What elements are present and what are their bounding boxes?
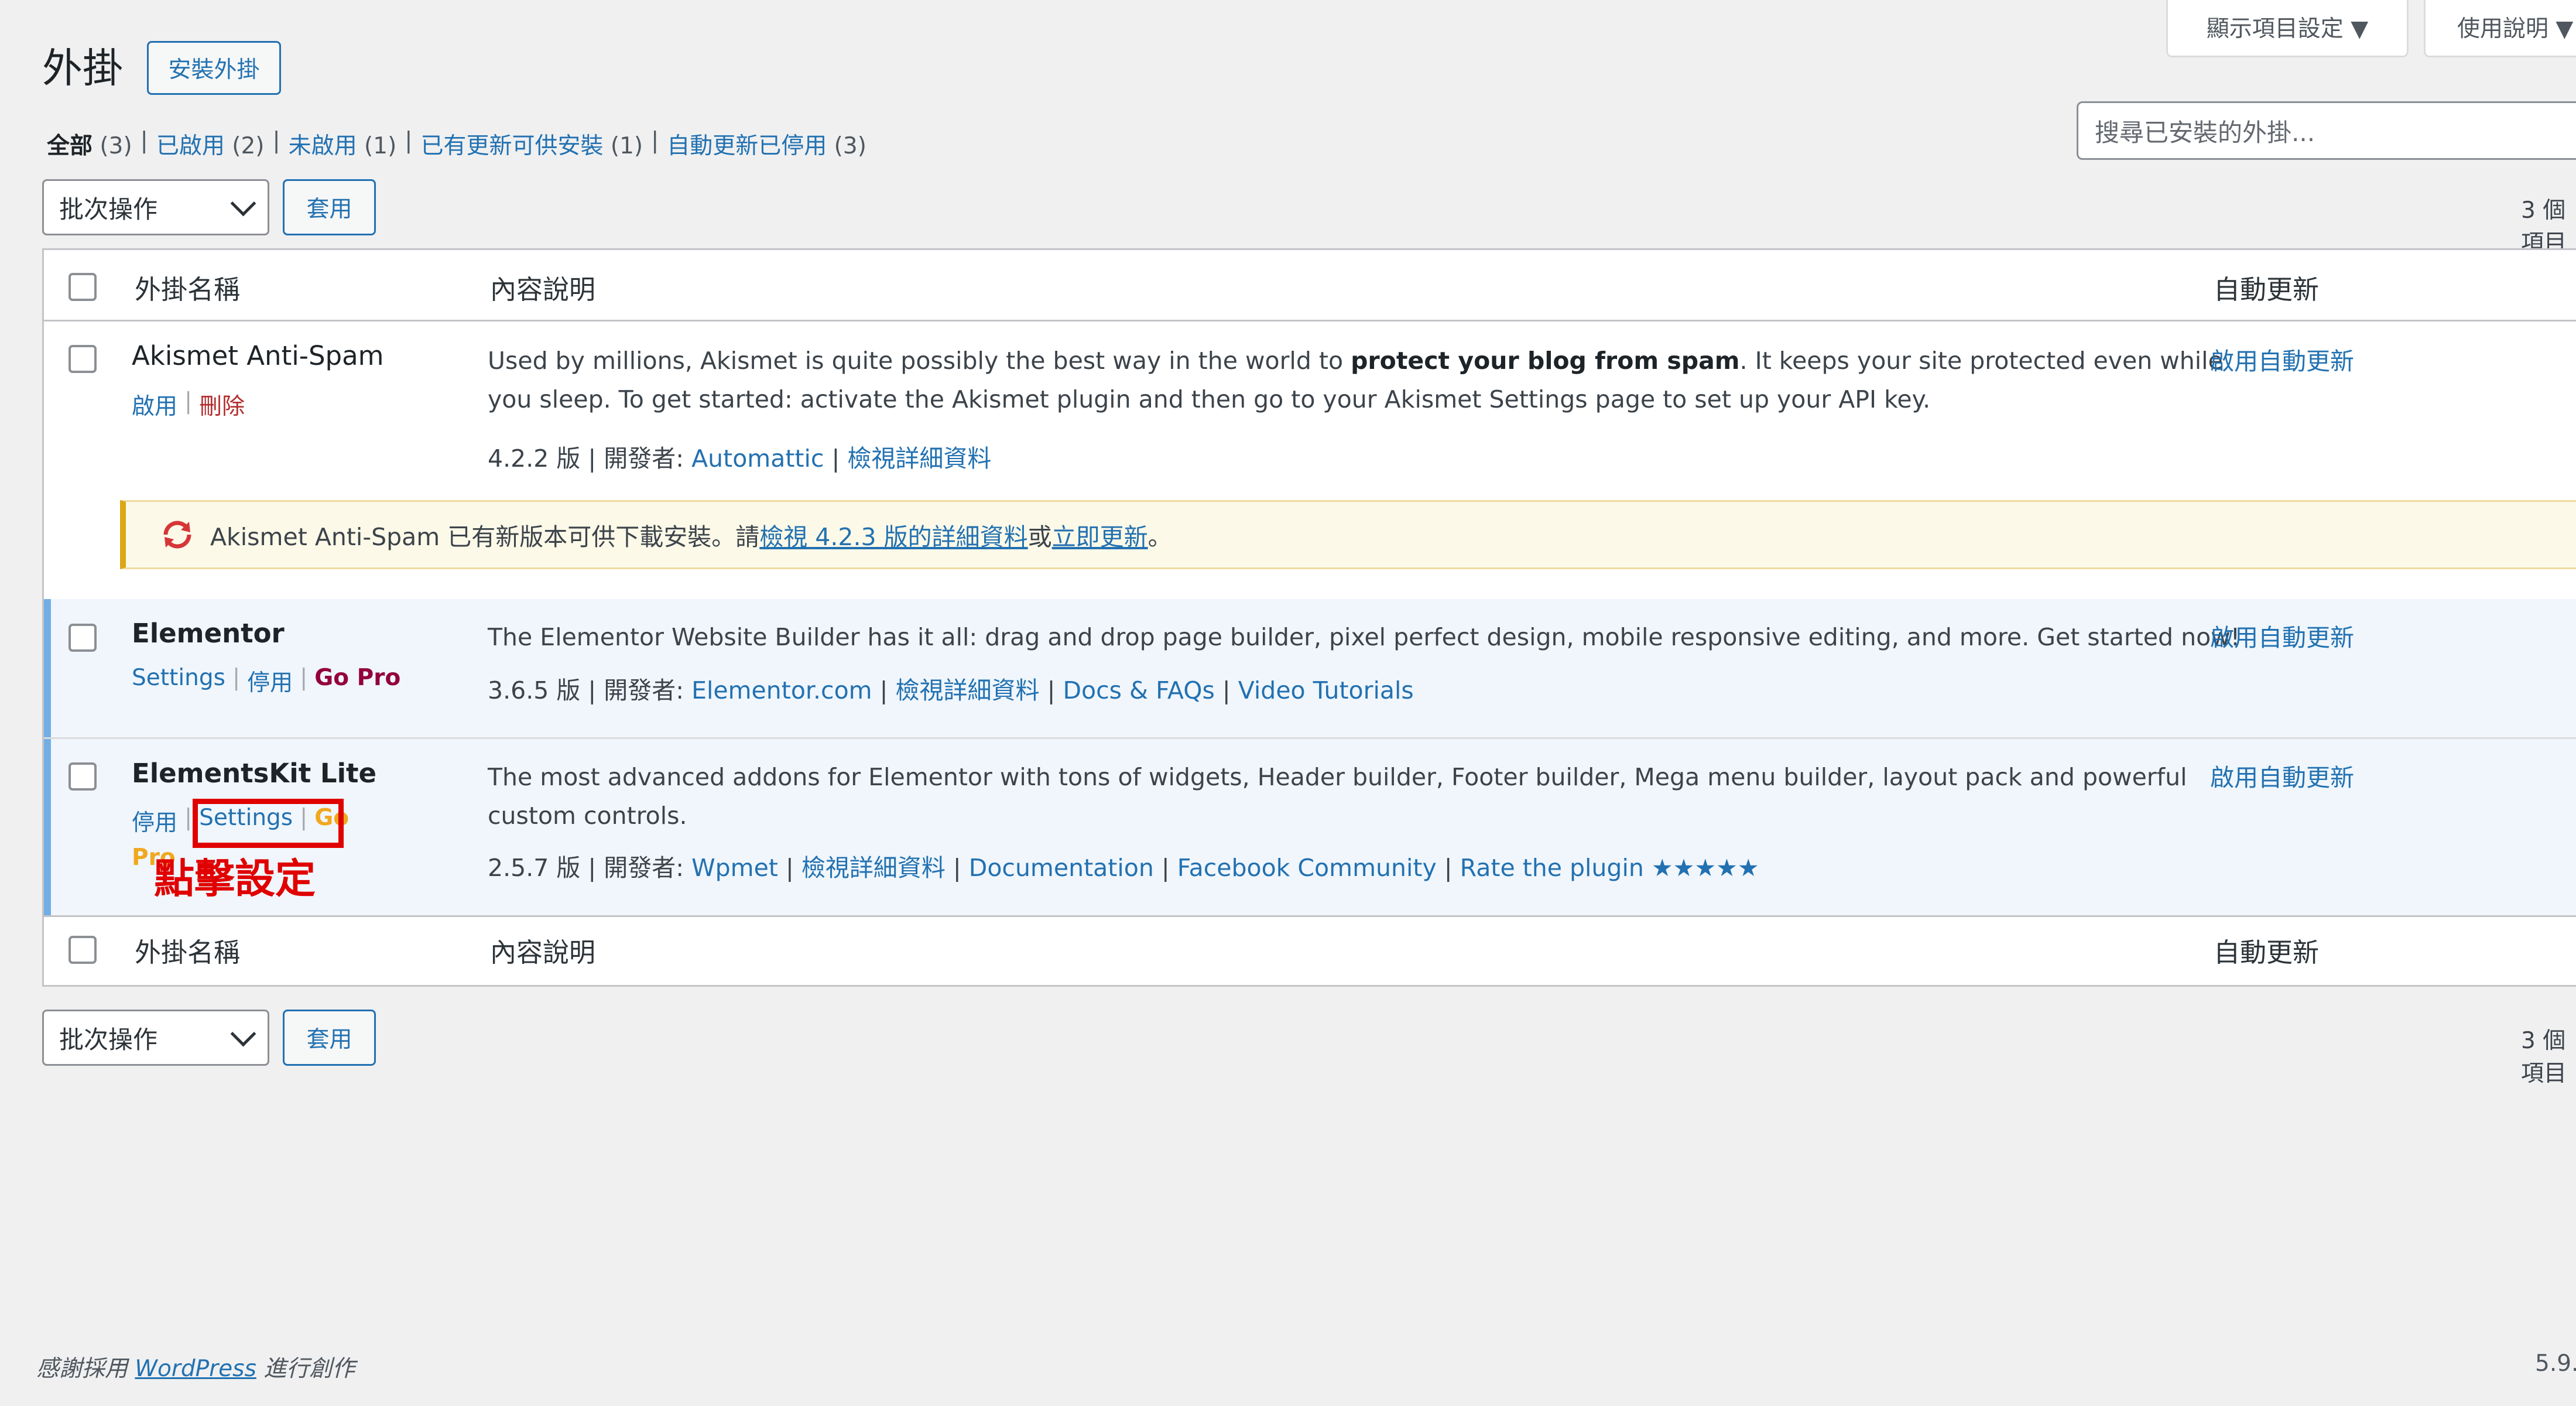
filter-all[interactable]: 全部 (3) — [47, 128, 132, 160]
plugin-description: The most advanced addons for Elementor w… — [488, 763, 2187, 830]
enable-auto-update-link[interactable]: 啟用自動更新 — [2210, 618, 2354, 653]
enable-auto-update-link[interactable]: 啟用自動更新 — [2210, 341, 2354, 377]
plugin-checkbox[interactable] — [68, 762, 97, 791]
delete-link[interactable]: 刪除 — [199, 388, 245, 421]
select-all-checkbox[interactable] — [68, 273, 97, 301]
plugin-name: ElementsKit Lite — [132, 758, 377, 789]
row-actions: Settings | 停用 | Go Pro — [132, 665, 401, 697]
deactivate-link[interactable]: 停用 — [247, 665, 293, 697]
screen-options-button[interactable]: 顯示項目設定 ▼ — [2166, 0, 2409, 57]
plugin-meta: 4.2.2 版 | 開發者: Automattic | 檢視詳細資料 — [488, 444, 992, 473]
plugin-search-input[interactable]: 搜尋已安裝的外掛... — [2077, 101, 2576, 160]
page-title: 外掛 — [42, 45, 123, 92]
filter-active[interactable]: 已啟用 (2) — [156, 128, 265, 160]
plugin-checkbox[interactable] — [68, 345, 97, 373]
enable-auto-update-link[interactable]: 啟用自動更新 — [2210, 758, 2354, 793]
add-new-plugin-button[interactable]: 安裝外掛 — [147, 41, 281, 95]
filter-update-available[interactable]: 已有更新可供安裝 (1) — [420, 128, 643, 160]
search-placeholder: 搜尋已安裝的外掛... — [2095, 118, 2315, 147]
plugin-row-elementor: Elementor Settings | 停用 | Go Pro The Ele… — [44, 599, 2576, 737]
filter-auto-update-disabled[interactable]: 自動更新已停用 (3) — [667, 128, 866, 160]
author-link[interactable]: Elementor.com — [691, 676, 872, 704]
settings-highlight-box — [193, 799, 344, 848]
documentation-link[interactable]: Documentation — [969, 854, 1154, 882]
column-header-description: 內容說明 — [490, 274, 596, 305]
author-link[interactable]: Automattic — [691, 444, 824, 473]
column-footer-name[interactable]: 外掛名稱 — [135, 931, 240, 969]
plugin-meta: 3.6.5 版 | 開發者: Elementor.com | 檢視詳細資料 | … — [488, 676, 1414, 704]
view-details-link[interactable]: 檢視詳細資料 — [896, 676, 1040, 704]
column-header-auto-update: 自動更新 — [2214, 274, 2320, 305]
apply-button-top[interactable]: 套用 — [283, 179, 376, 235]
column-footer-auto-update: 自動更新 — [2214, 937, 2320, 968]
help-label: 使用說明 ▼ — [2457, 15, 2574, 42]
admin-footer: 感謝採用 WordPress 進行創作 — [36, 1356, 355, 1382]
chevron-down-icon — [230, 190, 256, 216]
bulk-action-select-bottom[interactable]: 批次操作 — [42, 1010, 269, 1066]
chevron-down-icon — [230, 1021, 256, 1046]
docs-faqs-link[interactable]: Docs & FAQs — [1063, 676, 1214, 704]
apply-button-bottom[interactable]: 套用 — [283, 1010, 376, 1066]
row-actions: 啟用 | 刪除 — [132, 388, 245, 421]
items-count-bottom: 3 個項目 — [2521, 1028, 2567, 1087]
video-tutorials-link[interactable]: Video Tutorials — [1238, 676, 1414, 704]
plugin-meta: 2.5.7 版 | 開發者: Wpmet | 檢視詳細資料 | Document… — [488, 854, 1759, 882]
facebook-community-link[interactable]: Facebook Community — [1177, 854, 1437, 882]
rate-plugin-link[interactable]: Rate the plugin ★★★★★ — [1460, 854, 1759, 882]
plugin-row-elementskit: ElementsKit Lite 停用 | Settings | Go Pro … — [44, 739, 2576, 915]
wordpress-version: 5.9.3 — [2535, 1350, 2576, 1377]
view-details-link[interactable]: 檢視詳細資料 — [801, 854, 946, 882]
update-now-link[interactable]: 立即更新 — [1052, 517, 1148, 552]
annotation-label: 點擊設定 — [154, 856, 316, 902]
update-icon — [163, 521, 191, 549]
bulk-action-select-top[interactable]: 批次操作 — [42, 179, 269, 235]
plugins-table: 外掛名稱 內容說明 自動更新 Akismet Anti-Spam 啟用 | 刪除… — [42, 248, 2576, 987]
plugin-filters: 全部 (3) | 已啟用 (2) | 未啟用 (1) | 已有更新可供安裝 (1… — [47, 128, 866, 160]
view-details-link[interactable]: 檢視詳細資料 — [847, 444, 991, 473]
wordpress-link[interactable]: WordPress — [135, 1356, 256, 1382]
screen-options-label: 顯示項目設定 ▼ — [2206, 15, 2369, 42]
go-pro-link[interactable]: Go Pro — [314, 665, 400, 697]
activate-link[interactable]: 啟用 — [132, 388, 177, 421]
settings-link[interactable]: Settings — [132, 665, 225, 697]
view-version-details-link[interactable]: 檢視 4.2.3 版的詳細資料 — [759, 517, 1027, 552]
deactivate-link[interactable]: 停用 — [132, 805, 177, 837]
plugin-description: Used by millions, Akismet is quite possi… — [488, 347, 2223, 413]
update-notice: Akismet Anti-Spam 已有新版本可供下載安裝。請 檢視 4.2.3 … — [120, 500, 2576, 569]
author-link[interactable]: Wpmet — [691, 854, 778, 882]
plugin-checkbox[interactable] — [68, 624, 97, 652]
filter-inactive[interactable]: 未啟用 (1) — [289, 128, 397, 160]
select-all-checkbox-bottom[interactable] — [68, 936, 97, 964]
plugin-name: Elementor — [132, 618, 285, 649]
column-footer-description: 內容說明 — [490, 937, 596, 968]
help-button[interactable]: 使用說明 ▼ — [2424, 0, 2576, 57]
plugin-name: Akismet Anti-Spam — [132, 340, 384, 371]
plugin-description: The Elementor Website Builder has it all… — [488, 623, 2241, 651]
column-header-name[interactable]: 外掛名稱 — [135, 268, 240, 306]
